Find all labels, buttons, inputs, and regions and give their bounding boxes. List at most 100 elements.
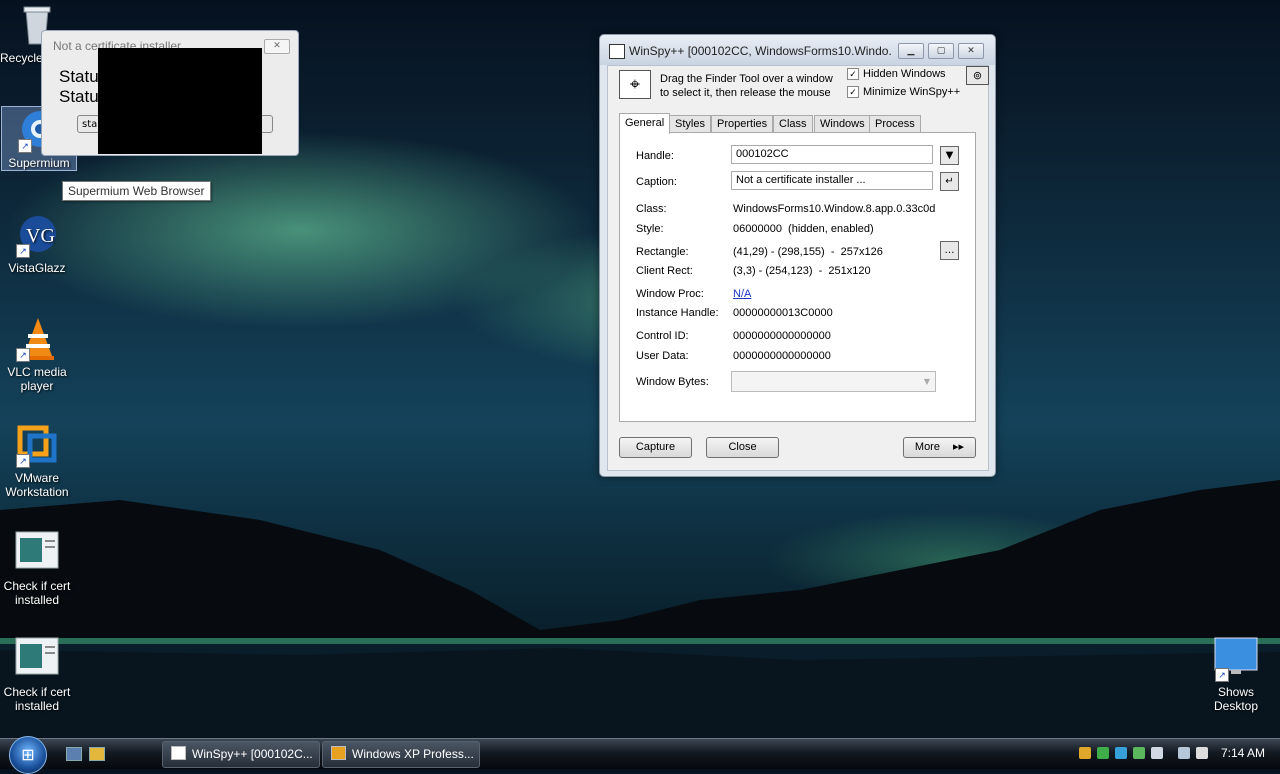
taskbar-item-winspy[interactable]: WinSpy++ [000102C...	[162, 741, 320, 768]
winspy-window[interactable]: WinSpy++ [000102CC, WindowsForms10.Windo…	[599, 34, 996, 477]
handle-field[interactable]: 000102CC	[731, 145, 933, 164]
tooltip: Supermium Web Browser	[62, 181, 211, 201]
monitor-icon[interactable]	[1178, 747, 1190, 759]
user-data-value: 0000000000000000	[733, 350, 831, 362]
vlc-icon: ↗	[14, 316, 60, 362]
security-shield-icon[interactable]	[1079, 747, 1091, 759]
minimize-icon[interactable]: ▁	[898, 43, 924, 59]
close-icon[interactable]: ✕	[958, 43, 984, 59]
finder-tool-icon[interactable]: ⌖	[619, 70, 651, 99]
show-desktop-icon: ↗	[1213, 636, 1259, 682]
winspy-app-icon	[609, 44, 625, 59]
class-label: Class:	[636, 203, 667, 215]
dropdown-arrow-icon[interactable]: ▼	[940, 146, 959, 165]
windows-logo-icon: ⊞	[21, 745, 35, 764]
client-rect-value: (3,3) - (254,123) - 251x120	[733, 265, 871, 277]
taskbar-item-label: WinSpy++ [000102C...	[192, 747, 313, 761]
hidden-windows-checkbox[interactable]: ✓ Hidden Windows	[847, 68, 946, 81]
instance-handle-label: Instance Handle:	[636, 307, 719, 319]
black-overlay	[98, 48, 262, 154]
minimize-winspy-checkbox[interactable]: ✓ Minimize WinSpy++	[847, 86, 961, 99]
desktop-icon-label: VMware Workstation	[5, 471, 69, 499]
svg-text:VG: VG	[26, 225, 55, 247]
winspy-client: ⌖ Drag the Finder Tool over a window to …	[607, 65, 989, 471]
more-options-icon[interactable]: …	[940, 241, 959, 260]
maximize-icon[interactable]: ▢	[928, 43, 954, 59]
caption-label: Caption:	[636, 176, 677, 188]
caption-field[interactable]: Not a certificate installer ...	[731, 171, 933, 190]
close-icon[interactable]: ✕	[264, 39, 290, 54]
double-chevron-right-icon: ▸▸	[953, 441, 965, 453]
title-bar[interactable]: WinSpy++ [000102CC, WindowsForms10.Windo…	[600, 35, 995, 65]
clock[interactable]: 7:14 AM	[1221, 746, 1265, 760]
pin-icon[interactable]: ⊚	[966, 66, 989, 85]
update-icon[interactable]	[1133, 747, 1145, 759]
checkmark-icon: ✓	[847, 86, 859, 99]
checkbox-label: Hidden Windows	[863, 68, 946, 80]
folder-quicklaunch-icon[interactable]	[89, 747, 105, 761]
rectangle-value: (41,29) - (298,155) - 257x126	[733, 246, 883, 258]
desktop-icon-vistaglazz[interactable]: VG ↗ VistaGlazz	[0, 212, 74, 275]
desktop-icon-vlc[interactable]: ↗ VLC media player	[0, 316, 74, 393]
printer-icon[interactable]	[1151, 747, 1163, 759]
window-bytes-label: Window Bytes:	[636, 376, 709, 388]
shortcut-arrow-icon: ↗	[18, 139, 32, 153]
client-rect-label: Client Rect:	[636, 265, 693, 277]
start-button[interactable]: ⊞	[9, 736, 47, 774]
taskbar-item-label: Windows XP Profess...	[352, 747, 474, 761]
general-panel: Handle: 000102CC ▼ Caption: Not a certif…	[619, 132, 976, 422]
window-proc-label: Window Proc:	[636, 288, 704, 300]
style-value: 06000000 (hidden, enabled)	[733, 223, 874, 235]
script-icon	[14, 636, 60, 682]
shortcut-arrow-icon: ↗	[16, 454, 30, 468]
desktop-icon-label: VistaGlazz	[8, 261, 66, 275]
checkmark-icon: ✓	[847, 68, 859, 81]
tab-class[interactable]: Class	[773, 115, 813, 133]
landscape-mountains	[0, 480, 1280, 740]
window-bytes-combo[interactable]: ▼	[731, 371, 936, 392]
window-title: WinSpy++ [000102CC, WindowsForms10.Windo…	[629, 44, 891, 58]
close-button[interactable]: Close	[706, 437, 779, 458]
show-desktop-quicklaunch-icon[interactable]	[66, 747, 82, 761]
vistaglazz-icon: VG ↗	[14, 212, 60, 258]
finder-hint: Drag the Finder Tool over a window to se…	[660, 72, 833, 100]
vmware-icon: ↗	[14, 422, 60, 468]
desktop-icon-label: Recycle Bin	[0, 51, 42, 65]
user-data-label: User Data:	[636, 350, 689, 362]
winspy-app-icon	[171, 746, 186, 760]
capture-button[interactable]: Capture	[619, 437, 692, 458]
more-button[interactable]: More ▸▸	[903, 437, 976, 458]
shortcut-arrow-icon: ↗	[16, 244, 30, 258]
shortcut-arrow-icon: ↗	[1215, 668, 1229, 682]
tab-general[interactable]: General	[619, 113, 671, 134]
tab-styles[interactable]: Styles	[669, 115, 711, 133]
desktop-icon-show-desktop[interactable]: ↗ Shows Desktop	[1199, 636, 1273, 713]
rectangle-label: Rectangle:	[636, 246, 689, 258]
desktop-icon-check-cert-2[interactable]: Check if cert installed	[0, 636, 74, 713]
hint-line: Drag the Finder Tool over a window	[660, 73, 833, 85]
network-icon[interactable]	[1115, 747, 1127, 759]
control-id-value: 0000000000000000	[733, 330, 831, 342]
instance-handle-value: 00000000013C0000	[733, 307, 833, 319]
class-value: WindowsForms10.Window.8.app.0.33c0d	[733, 203, 936, 215]
desktop-icon-label: Check if cert installed	[3, 685, 71, 713]
taskbar-item-windows-xp[interactable]: Windows XP Profess...	[322, 741, 480, 768]
desktop-icon-vmware[interactable]: ↗ VMware Workstation	[0, 422, 74, 499]
vmware-app-icon	[331, 746, 346, 760]
desktop-icon-label: Supermium	[8, 156, 70, 170]
tab-windows[interactable]: Windows	[814, 115, 871, 133]
chevron-down-icon: ▼	[923, 377, 931, 386]
more-button-label: More	[914, 441, 940, 453]
tab-process[interactable]: Process	[869, 115, 921, 133]
window-proc-link[interactable]: N/A	[733, 288, 751, 300]
shortcut-arrow-icon: ↗	[16, 348, 30, 362]
taskbar: ⊞ WinSpy++ [000102C... Windows XP Profes…	[0, 736, 1280, 774]
checkbox-label: Minimize WinSpy++	[863, 86, 961, 98]
desktop-icon-label: Shows Desktop	[1213, 685, 1259, 713]
tab-properties[interactable]: Properties	[711, 115, 774, 133]
volume-muted-icon[interactable]	[1196, 747, 1208, 759]
apply-caption-icon[interactable]: ↵	[940, 172, 959, 191]
control-id-label: Control ID:	[636, 330, 689, 342]
check-icon[interactable]	[1097, 747, 1109, 759]
desktop-icon-check-cert-1[interactable]: Check if cert installed	[0, 530, 74, 607]
